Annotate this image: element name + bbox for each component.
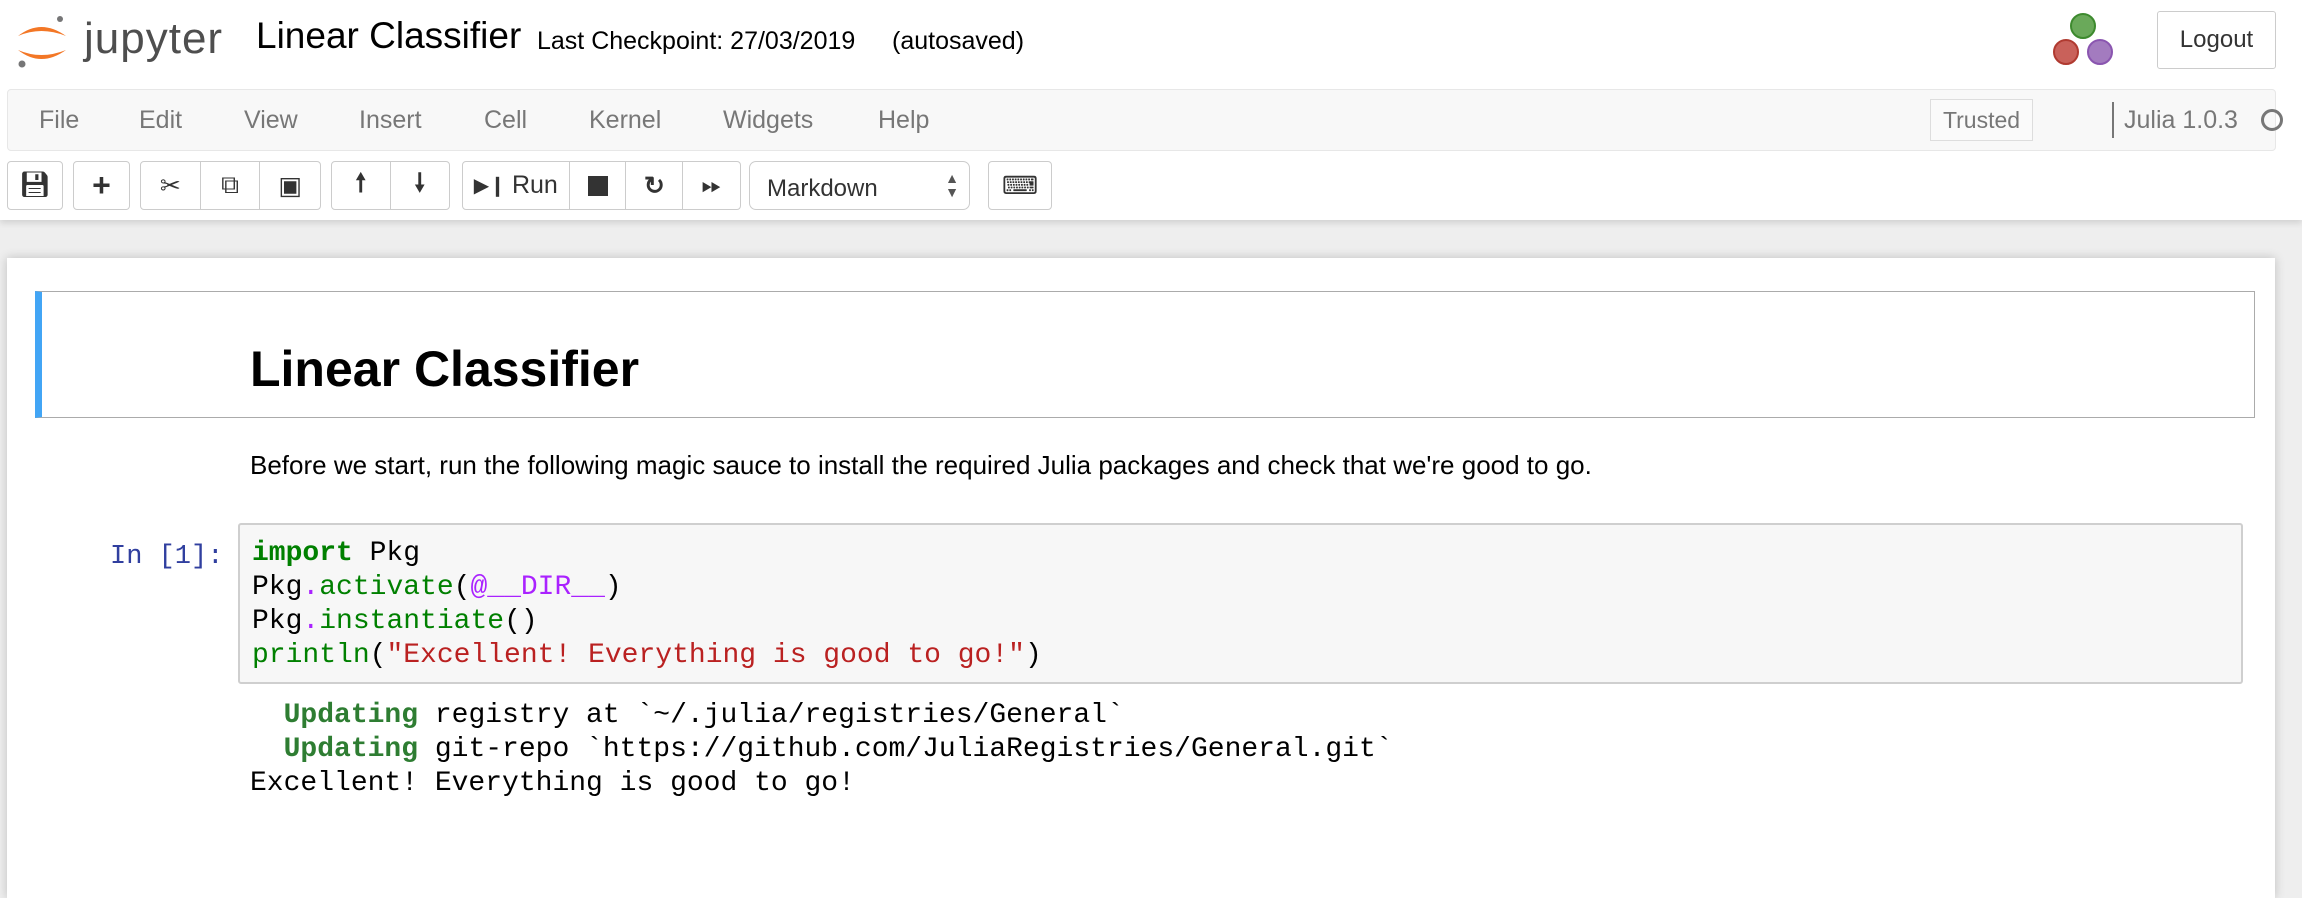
logout-button[interactable]: Logout — [2157, 11, 2276, 69]
clipboard-group: ✂ ⧉ ▣ — [140, 161, 321, 210]
arrow-down-icon: 🠗 — [414, 169, 426, 197]
command-palette-button[interactable]: ⌨ — [989, 162, 1051, 209]
move-up-button[interactable]: 🠕 — [332, 162, 391, 209]
code-token: @__DIR__ — [470, 572, 605, 603]
output-token: Updating — [250, 734, 419, 765]
move-down-button[interactable]: 🠗 — [391, 162, 450, 209]
fast-forward-icon: ⏩︎ — [701, 171, 722, 199]
markdown-paragraph: Before we start, run the following magic… — [250, 450, 1592, 480]
notebook-container: Linear Classifier Before we start, run t… — [7, 258, 2275, 898]
restart-run-all-button[interactable]: ⏩︎ — [683, 162, 740, 209]
output-token: Excellent! Everything is good to go! — [250, 768, 855, 799]
code-token: println — [252, 640, 370, 671]
copy-icon: ⧉ — [221, 171, 239, 199]
code-editor[interactable]: import Pkg Pkg.activate(@__DIR__) Pkg.in… — [238, 523, 2243, 684]
output-token: Updating — [250, 700, 419, 731]
select-arrows-icon: ▲ ▼ — [945, 170, 959, 200]
save-icon: 💾︎ — [19, 171, 51, 199]
jupyter-logo-text: jupyter — [84, 14, 224, 63]
code-token: instantiate — [319, 606, 505, 637]
input-prompt: In [1]: — [110, 542, 224, 572]
cell-type-value: Markdown — [767, 175, 878, 202]
paste-button[interactable]: ▣ — [260, 162, 320, 209]
code-token: Pkg — [252, 572, 303, 603]
menu-view[interactable]: View — [244, 106, 298, 135]
restart-icon: ↻ — [643, 171, 665, 200]
checkpoint-status: Last Checkpoint: 27/03/2019 — [537, 27, 856, 55]
menu-cell[interactable]: Cell — [484, 106, 527, 135]
code-token: . — [302, 572, 320, 603]
menu-kernel[interactable]: Kernel — [589, 106, 661, 135]
keyboard-group: ⌨ — [988, 161, 1052, 210]
header: jupyter Linear Classifier Last Checkpoin… — [0, 0, 2302, 220]
code-token: ) — [1024, 640, 1042, 671]
autosave-status: (autosaved) — [892, 27, 1025, 55]
run-icon: ▶❙ — [473, 175, 506, 197]
code-token: Pkg — [352, 538, 421, 569]
divider — [2112, 102, 2114, 138]
julia-logo — [2053, 13, 2113, 65]
cut-button[interactable]: ✂ — [141, 162, 201, 209]
code-token: ) — [604, 572, 622, 603]
run-group: ▶❙ Run ↻ ⏩︎ — [462, 161, 741, 210]
menu-file[interactable]: File — [39, 106, 79, 135]
code-token: ( — [453, 572, 471, 603]
code-token: . — [302, 606, 320, 637]
menu-widgets[interactable]: Widgets — [723, 106, 813, 135]
notebook-name[interactable]: Linear Classifier — [256, 15, 521, 57]
insert-cell-button[interactable]: + — [74, 162, 129, 209]
code-token: Pkg — [252, 606, 303, 637]
code-token: () — [504, 606, 538, 637]
arrow-up-icon: 🠕 — [355, 169, 367, 197]
menu-insert[interactable]: Insert — [359, 106, 422, 135]
keyboard-icon: ⌨ — [1001, 171, 1039, 200]
cell-output: Updating registry at `~/.julia/registrie… — [250, 699, 1393, 801]
kernel-name[interactable]: Julia 1.0.3 — [2124, 106, 2238, 135]
interrupt-button[interactable] — [570, 162, 627, 209]
cell-type-select[interactable]: Markdown ▲ ▼ — [749, 161, 970, 210]
plus-icon: + — [92, 167, 111, 203]
copy-button[interactable]: ⧉ — [201, 162, 261, 209]
save-button[interactable]: 💾︎ — [8, 162, 62, 209]
stop-icon — [587, 175, 608, 196]
output-token: git-repo `https://github.com/JuliaRegist… — [418, 734, 1393, 765]
code-token: "Excellent! Everything is good to go!" — [386, 640, 1025, 671]
code-token: import — [252, 538, 353, 569]
menubar: File Edit View Insert Cell Kernel Widget… — [7, 89, 2283, 151]
code-token: ( — [369, 640, 387, 671]
move-group: 🠕 🠗 — [331, 161, 450, 210]
heading: Linear Classifier — [250, 341, 640, 397]
cut-icon: ✂ — [159, 171, 181, 200]
trusted-indicator[interactable]: Trusted — [1930, 99, 2033, 141]
save-group: 💾︎ — [7, 161, 63, 210]
kernel-idle-icon — [2261, 109, 2283, 131]
restart-button[interactable]: ↻ — [626, 162, 684, 209]
run-label: Run — [511, 171, 558, 199]
menu-edit[interactable]: Edit — [139, 106, 182, 135]
menu-help[interactable]: Help — [878, 106, 929, 135]
insert-group: + — [73, 161, 130, 210]
code-token: activate — [319, 572, 454, 603]
run-button[interactable]: ▶❙ Run — [463, 162, 570, 209]
output-token: registry at `~/.julia/registries/General… — [418, 700, 1124, 731]
paste-icon: ▣ — [278, 171, 302, 200]
